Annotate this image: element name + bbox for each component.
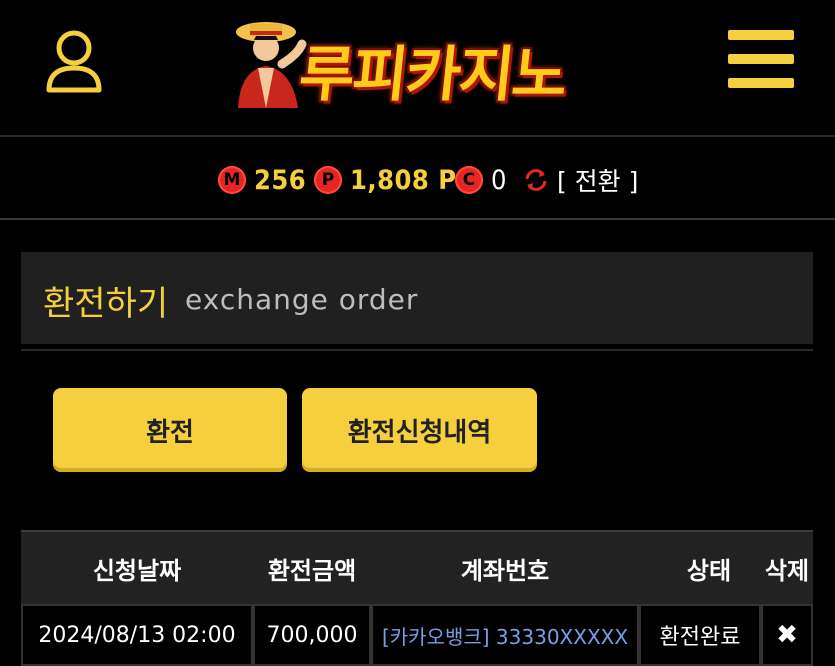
m-coin-icon: M [218,166,246,194]
logo-character-image [236,22,307,108]
site-logo[interactable]: 루피카지노 [210,12,630,110]
page-title: 환전하기 [43,284,169,324]
logo-text: 루피카지노 [295,40,570,110]
p-coin-icon: P [314,166,342,194]
casino-value: 0 [491,164,507,196]
header-date: 신청날짜 [92,556,182,585]
header-amount: 환전금액 [267,556,357,585]
page-subtitle: exchange order [185,283,419,316]
cell-status: 환전완료 [639,604,761,666]
cell-date: 2024/08/13 02:00 [21,604,253,666]
header-delete: 삭제 [764,556,810,585]
c-coin-icon: C [455,166,483,194]
title-divider [21,349,813,351]
casino-balance: C 0 [ 전환 ] [455,164,638,196]
cell-amount: 700,000 [253,604,371,666]
header-divider [0,135,835,137]
header-account: 계좌번호 [460,556,550,585]
table-row: 2024/08/13 02:00 700,000 [카카오뱅크] 33330XX… [21,604,813,666]
point-balance: P 1,808 P [314,164,457,196]
exchange-history-button[interactable]: 환전신청내역 [302,388,537,472]
header-status: 상태 [686,556,732,585]
exchange-button[interactable]: 환전 [53,388,287,472]
refresh-icon[interactable] [523,167,549,193]
user-icon[interactable] [44,28,104,94]
table-header: 신청날짜 환전금액 계좌번호 상태 삭제 [21,530,813,604]
page-title-box: 환전하기 exchange order [21,252,813,344]
convert-button[interactable]: [ 전환 ] [557,162,638,198]
cell-account: [카카오뱅크] 33330XXXXX [371,604,639,666]
point-value: 1,808 P [350,164,457,196]
money-value: 256 [254,164,307,196]
header: 루피카지노 [0,0,835,135]
points-divider [0,218,835,220]
money-balance: M 256 [218,164,306,196]
hamburger-menu-icon[interactable] [728,30,794,90]
points-bar: M 256 P 1,808 P C 0 [ 전환 ] [0,150,835,210]
delete-icon[interactable]: ✖ [761,604,813,666]
